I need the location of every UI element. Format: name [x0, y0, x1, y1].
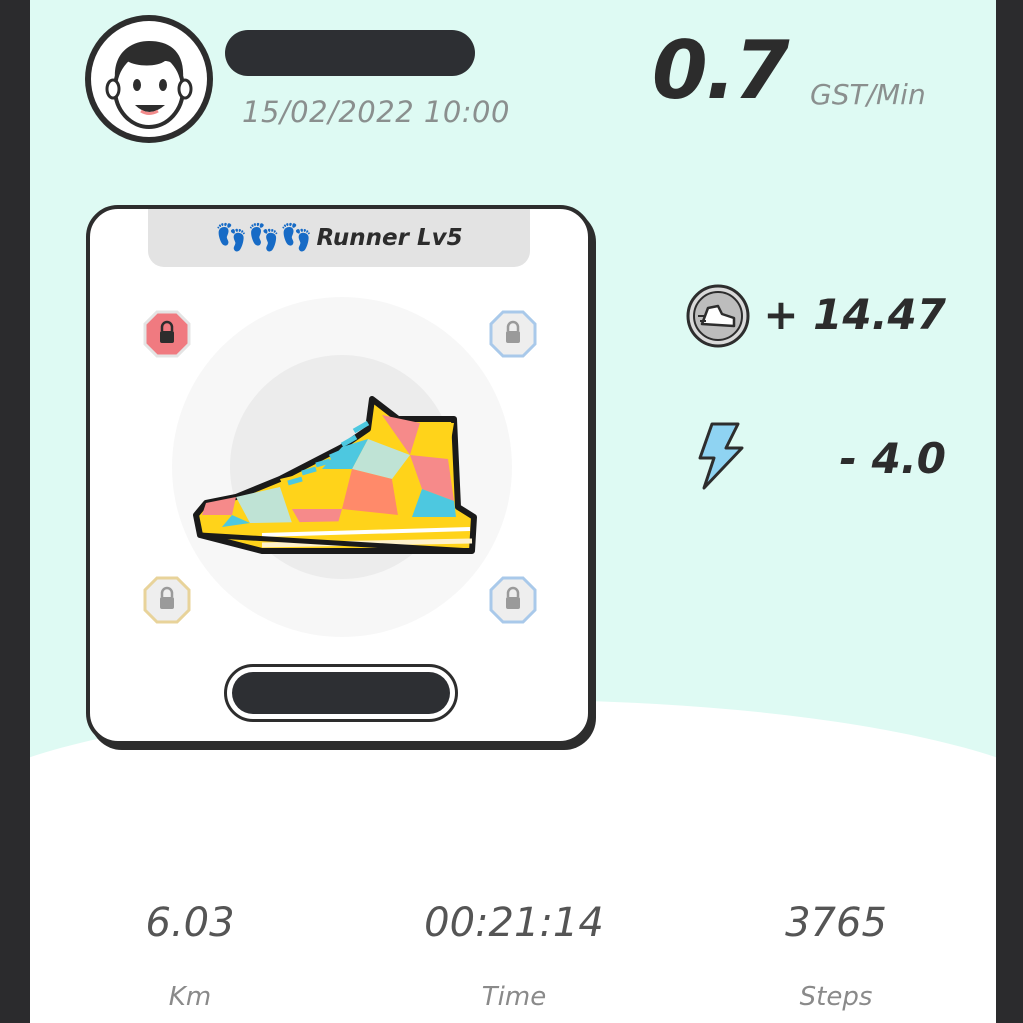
username-redacted-bar [225, 30, 475, 76]
gst-earned-value: + 14.47 [763, 290, 946, 339]
avatar-face-icon [91, 21, 207, 137]
sneaker-level-tab: 👣👣👣 Runner Lv5 [148, 209, 530, 267]
sneaker-level-label: Runner Lv5 [316, 225, 463, 251]
distance-label: Km [168, 982, 212, 1012]
sneaker-image [193, 396, 477, 554]
gst-rate-unit: GST/Min [810, 78, 926, 111]
avatar[interactable] [85, 15, 213, 143]
gst-rate-value: 0.7 [652, 24, 790, 117]
footprint-icon: 👣👣👣 [215, 223, 313, 253]
time-value: 00:21:14 [424, 900, 604, 946]
gst-coin-icon [686, 284, 750, 348]
stat-steps: 3765 Steps [706, 900, 966, 1012]
stat-time: 00:21:14 Time [384, 900, 644, 1012]
time-label: Time [481, 982, 547, 1012]
stat-distance: 6.03 Km [60, 900, 320, 1012]
steps-label: Steps [799, 982, 873, 1012]
workout-summary-screen: 15/02/2022 10:00 0.7 GST/Min 👣👣👣 Runner … [30, 0, 996, 1023]
energy-bolt-icon [698, 422, 744, 490]
sneaker-name-redacted-fill [232, 672, 450, 714]
distance-value: 6.03 [145, 900, 235, 946]
steps-value: 3765 [785, 900, 887, 946]
workout-date: 15/02/2022 10:00 [242, 95, 510, 129]
energy-used-value: - 4.0 [839, 434, 946, 483]
lock-icon[interactable] [142, 309, 192, 359]
sneaker-card[interactable]: 👣👣👣 Runner Lv5 [86, 205, 592, 745]
sneaker-name-redacted-bar[interactable] [224, 664, 458, 722]
lock-icon[interactable] [488, 309, 538, 359]
lock-icon[interactable] [142, 575, 192, 625]
lock-icon[interactable] [488, 575, 538, 625]
